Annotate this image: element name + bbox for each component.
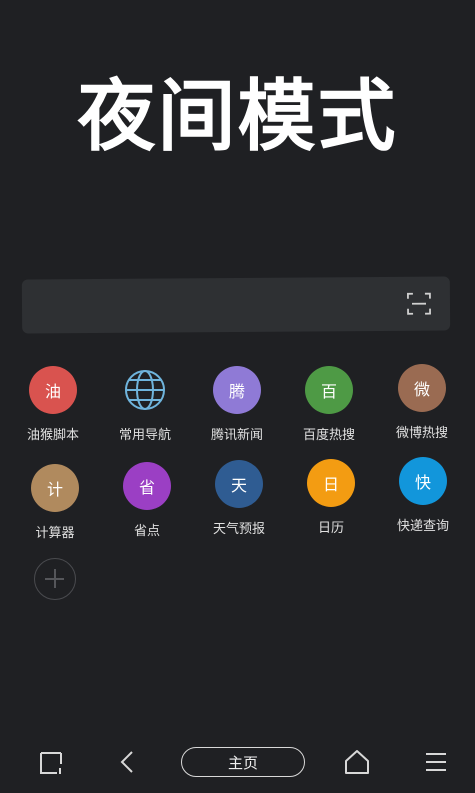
weibo-hot-icon: 微 [398,364,446,412]
weather-icon: 天 [215,460,263,508]
app-icon-glyph: 腾 [228,382,245,401]
app-label: 腾讯新闻 [210,428,263,443]
app-label: 天气预报 [212,522,265,537]
app-shortcut-baidu-hot[interactable]: 百 百度热搜 [283,366,375,443]
app-icon-glyph: 快 [414,473,431,492]
app-shortcut-express[interactable]: 快 快递查询 [377,457,469,534]
express-icon: 快 [399,457,447,505]
home-button-label: 主页 [227,753,258,772]
browser-home-screen: 夜间模式 油 油猴脚本 常用导航 腾 腾讯新闻 百 百度热搜 微 微博热搜 计 … [0,0,475,793]
tencent-news-icon: 腾 [213,366,261,414]
app-icon-glyph: 省 [138,478,155,497]
menu-icon[interactable] [420,746,452,778]
home-button[interactable]: 主页 [181,747,305,777]
add-shortcut-button[interactable] [34,558,76,600]
scan-icon[interactable] [406,291,432,317]
house-icon[interactable] [341,746,373,778]
app-icon-glyph: 计 [46,480,63,499]
app-shortcut-calculator[interactable]: 计 计算器 [9,464,101,541]
app-label: 日历 [317,521,344,536]
page-title: 夜间模式 [77,72,398,162]
app-shortcut-shengdian[interactable]: 省 省点 [101,462,193,539]
calendar-icon: 日 [307,459,355,507]
bottom-navigation-bar: 主页 [0,732,475,793]
app-label: 微博热搜 [395,426,448,441]
app-label: 百度热搜 [302,428,355,443]
app-icon-glyph: 微 [413,380,430,399]
tabs-icon[interactable] [36,746,68,778]
app-shortcut-calendar[interactable]: 日 日历 [285,459,377,536]
back-icon[interactable] [112,746,144,778]
app-shortcut-weather[interactable]: 天 天气预报 [193,460,285,537]
app-label: 快递查询 [396,519,449,534]
app-shortcut-youhou[interactable]: 油 油猴脚本 [7,366,99,443]
search-bar[interactable] [21,276,451,336]
app-icon-glyph: 天 [230,476,247,495]
app-icon-glyph: 油 [44,382,61,401]
app-icon-glyph: 日 [322,475,339,494]
shengdian-icon: 省 [123,462,171,510]
baidu-hot-icon: 百 [305,366,353,414]
app-label: 油猴脚本 [26,428,79,443]
app-shortcut-tencent-news[interactable]: 腾 腾讯新闻 [191,366,283,443]
app-label: 计算器 [35,526,75,541]
app-label: 省点 [133,524,160,539]
app-label: 常用导航 [118,428,171,443]
app-icon-glyph: 百 [320,382,337,401]
app-shortcut-weibo-hot[interactable]: 微 微博热搜 [376,364,468,441]
search-input[interactable] [35,276,401,336]
globe-icon [121,366,169,414]
youhou-script-icon: 油 [29,366,77,414]
app-shortcut-nav[interactable]: 常用导航 [99,366,191,443]
calculator-icon: 计 [31,464,79,512]
